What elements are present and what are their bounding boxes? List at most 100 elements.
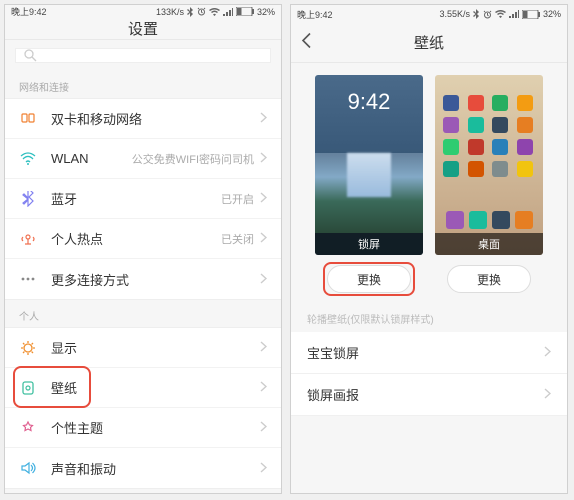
settings-row[interactable]: 双卡和移动网络 (5, 99, 281, 139)
row-label: 壁纸 (51, 378, 260, 397)
status-time: 晚上9:42 (297, 8, 333, 21)
search-icon (24, 49, 37, 62)
carousel-list: 宝宝锁屏锁屏画报 (291, 332, 567, 416)
app-icon (443, 139, 459, 155)
homescreen-preview: 桌面 更换 (435, 75, 543, 293)
waterfall-image (315, 153, 423, 233)
app-icon (443, 161, 459, 177)
chevron-right-icon (544, 345, 551, 360)
row-label: 显示 (51, 338, 260, 357)
net-speed: 133K/s (156, 7, 184, 17)
app-icon (468, 139, 484, 155)
settings-row[interactable]: 壁纸 (5, 368, 281, 408)
lockscreen-thumb[interactable]: 9:42 锁屏 (315, 75, 423, 255)
status-right: 3.55K/s 32% (439, 9, 561, 19)
row-label: WLAN (51, 151, 132, 166)
page-title: 设置 (128, 18, 158, 39)
network-list: 双卡和移动网络WLAN公交免费WIFI密码问司机蓝牙已开启个人热点已关闭更多连接… (5, 98, 281, 300)
lockscreen-preview: 9:42 锁屏 更换 (315, 75, 423, 293)
battery-pct: 32% (543, 9, 561, 19)
dock (443, 211, 535, 229)
chevron-right-icon (260, 272, 267, 287)
signal-icon (509, 10, 519, 18)
signal-icon (223, 8, 233, 16)
settings-row[interactable]: 声音和振动 (5, 448, 281, 488)
row-icon (19, 339, 37, 357)
wifi-icon (209, 8, 220, 16)
app-grid (443, 95, 535, 177)
app-icon (492, 117, 508, 133)
chevron-right-icon (260, 151, 267, 166)
row-label: 个人热点 (51, 229, 221, 248)
dock-icon (492, 211, 510, 229)
section-system-label: 系统和设备 (5, 489, 281, 494)
app-icon (492, 161, 508, 177)
battery-pct: 32% (257, 7, 275, 17)
battery-icon (236, 7, 254, 16)
row-icon (19, 379, 37, 397)
settings-row[interactable]: 蓝牙已开启 (5, 179, 281, 219)
carousel-row[interactable]: 锁屏画报 (291, 374, 567, 416)
app-icon (517, 139, 533, 155)
chevron-right-icon (260, 111, 267, 126)
app-icon (443, 95, 459, 111)
row-icon (19, 150, 37, 168)
status-time: 晚上9:42 (11, 5, 47, 18)
change-lock-button[interactable]: 更换 (327, 265, 411, 293)
app-icon (468, 117, 484, 133)
row-label: 个性主题 (51, 418, 260, 437)
row-value: 已开启 (221, 191, 254, 207)
chevron-right-icon (260, 420, 267, 435)
settings-row[interactable]: 显示 (5, 328, 281, 368)
change-label: 更换 (357, 271, 381, 288)
carousel-row[interactable]: 宝宝锁屏 (291, 332, 567, 374)
change-home-button[interactable]: 更换 (447, 265, 531, 293)
app-icon (517, 117, 533, 133)
bluetooth-icon (473, 9, 480, 19)
chevron-right-icon (260, 461, 267, 476)
app-icon (468, 161, 484, 177)
homescreen-thumb[interactable]: 桌面 (435, 75, 543, 255)
carousel-section-label: 轮播壁纸(仅限默认锁屏样式) (291, 297, 567, 332)
search-input[interactable] (15, 48, 271, 63)
row-label: 更多连接方式 (51, 270, 260, 289)
header: 壁纸 (291, 23, 567, 63)
status-bar: 晚上9:42 3.55K/s 32% (291, 5, 567, 23)
settings-row[interactable]: 个人热点已关闭 (5, 219, 281, 259)
chevron-right-icon (260, 340, 267, 355)
header: 设置 (5, 18, 281, 40)
settings-row[interactable]: 个性主题 (5, 408, 281, 448)
alarm-icon (197, 7, 206, 16)
dock-icon (469, 211, 487, 229)
row-icon (19, 110, 37, 128)
row-icon (19, 459, 37, 477)
settings-row[interactable]: WLAN公交免费WIFI密码问司机 (5, 139, 281, 179)
app-icon (517, 161, 533, 177)
row-label: 锁屏画报 (307, 385, 359, 404)
row-icon (19, 419, 37, 437)
row-icon (19, 270, 37, 288)
back-button[interactable] (301, 32, 311, 53)
app-icon (468, 95, 484, 111)
change-label: 更换 (477, 271, 501, 288)
chevron-left-icon (301, 32, 311, 48)
status-right: 133K/s 32% (156, 7, 275, 17)
row-label: 声音和振动 (51, 459, 260, 478)
dock-icon (515, 211, 533, 229)
lock-label: 锁屏 (315, 233, 423, 255)
settings-row[interactable]: 更多连接方式 (5, 259, 281, 299)
row-label: 蓝牙 (51, 189, 221, 208)
bluetooth-icon (187, 7, 194, 17)
page-title: 壁纸 (414, 32, 444, 53)
chevron-right-icon (260, 380, 267, 395)
chevron-right-icon (260, 231, 267, 246)
lock-time: 9:42 (315, 89, 423, 115)
app-icon (492, 139, 508, 155)
app-icon (492, 95, 508, 111)
app-icon (517, 95, 533, 111)
net-speed: 3.55K/s (439, 9, 470, 19)
wifi-icon (495, 10, 506, 18)
status-bar: 晚上9:42 133K/s 32% (5, 5, 281, 18)
alarm-icon (483, 10, 492, 19)
chevron-right-icon (544, 387, 551, 402)
